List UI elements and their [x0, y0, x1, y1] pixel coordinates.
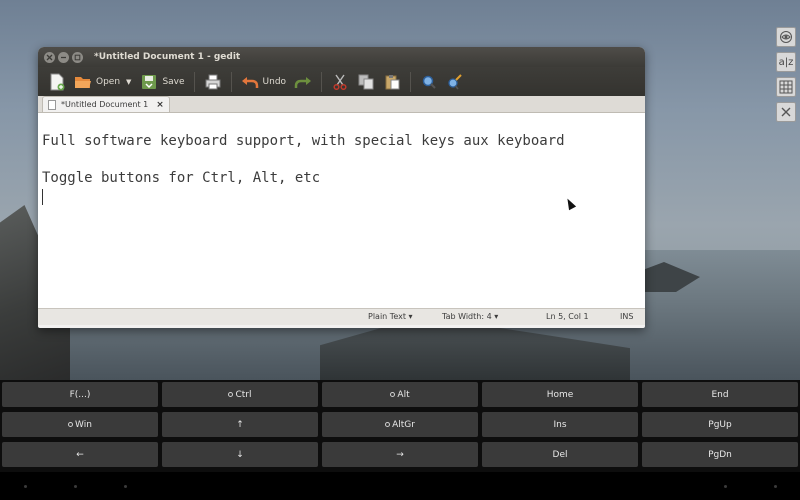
open-button[interactable]: Open [70, 70, 124, 94]
redo-button[interactable] [290, 70, 316, 94]
key-page-up[interactable]: PgUp [642, 412, 798, 437]
key-ctrl-toggle[interactable]: Ctrl [162, 382, 318, 407]
navigation-bar [0, 472, 800, 500]
window-minimize-button[interactable] [58, 51, 69, 63]
tab-untitled-document[interactable]: *Untitled Document 1 × [42, 96, 170, 112]
grid-icon[interactable] [776, 77, 796, 97]
paste-button[interactable] [379, 70, 405, 94]
insert-mode: INS [620, 312, 634, 321]
folder-open-icon [74, 73, 92, 91]
editor-line [42, 188, 645, 207]
toolbar: Open ▼ Save Undo [38, 67, 645, 96]
key-label: Ctrl [235, 389, 252, 400]
side-dock: a|z [776, 27, 798, 127]
key-arrow-left[interactable]: ← [2, 442, 158, 467]
document-tab-bar: *Untitled Document 1 × [38, 96, 645, 113]
nav-indicator-icon [774, 485, 777, 488]
new-document-icon [48, 73, 66, 91]
key-label: PgDn [708, 449, 732, 460]
print-icon [204, 73, 222, 91]
toolbar-separator [193, 71, 195, 92]
eye-icon[interactable] [776, 27, 796, 47]
key-label: F(...) [69, 389, 91, 400]
key-altgr-toggle[interactable]: AltGr [322, 412, 478, 437]
cut-button[interactable] [327, 70, 353, 94]
toggle-indicator [228, 392, 234, 397]
copy-icon [357, 73, 375, 91]
key-function[interactable]: F(...) [2, 382, 158, 407]
find-icon [420, 73, 438, 91]
toolbar-separator [410, 71, 412, 92]
nav-indicator-icon [724, 485, 727, 488]
keyboard-layout-icon[interactable]: a|z [776, 52, 796, 72]
toggle-indicator [390, 392, 396, 397]
key-label: Ins [553, 419, 567, 430]
nav-indicator-icon [124, 485, 127, 488]
toolbar-separator [321, 71, 323, 92]
gedit-window: *Untitled Document 1 - gedit Open ▼ Save [38, 47, 645, 328]
redo-icon [294, 73, 312, 91]
close-icon[interactable] [776, 102, 796, 122]
key-label: Del [552, 449, 568, 460]
cursor-position: Ln 5, Col 1 [546, 312, 589, 321]
aux-keyboard: F(...) Ctrl Alt Home End Win ↑ AltGr Ins… [0, 380, 800, 472]
undo-icon [241, 73, 259, 91]
window-title: *Untitled Document 1 - gedit [94, 52, 241, 62]
undo-button[interactable]: Undo [237, 70, 291, 94]
undo-label: Undo [262, 76, 287, 87]
status-bar: Plain Text ▾ Tab Width: 4 ▾ Ln 5, Col 1 … [38, 308, 645, 325]
copy-button[interactable] [353, 70, 379, 94]
key-insert[interactable]: Ins [482, 412, 638, 437]
nav-indicator-icon [74, 485, 77, 488]
toolbar-separator [230, 71, 232, 92]
key-arrow-down[interactable]: ↓ [162, 442, 318, 467]
window-maximize-button[interactable] [72, 51, 83, 63]
key-label: AltGr [392, 419, 415, 430]
save-label: Save [162, 76, 185, 87]
text-cursor [42, 188, 43, 205]
key-label: ↓ [236, 449, 244, 460]
tab-close-button[interactable]: × [156, 100, 164, 110]
find-button[interactable] [416, 70, 442, 94]
open-label: Open [96, 76, 121, 87]
tab-label: *Untitled Document 1 [61, 100, 149, 109]
key-end[interactable]: End [642, 382, 798, 407]
key-label: End [711, 389, 729, 400]
save-button[interactable]: Save [136, 70, 188, 94]
save-icon [140, 73, 158, 91]
key-arrow-right[interactable]: → [322, 442, 478, 467]
key-delete[interactable]: Del [482, 442, 638, 467]
open-recent-dropdown[interactable]: ▼ [124, 78, 136, 86]
cut-icon [331, 73, 349, 91]
key-arrow-up[interactable]: ↑ [162, 412, 318, 437]
language-selector[interactable]: Plain Text ▾ [368, 312, 413, 321]
nav-indicator-icon [24, 485, 27, 488]
key-win-toggle[interactable]: Win [2, 412, 158, 437]
key-label: Home [546, 389, 574, 400]
key-alt-toggle[interactable]: Alt [322, 382, 478, 407]
print-button[interactable] [200, 70, 226, 94]
editor-line: Toggle buttons for Ctrl, Alt, etc [42, 170, 321, 186]
key-label: Alt [397, 389, 410, 400]
window-close-button[interactable] [44, 51, 55, 63]
title-bar: *Untitled Document 1 - gedit [38, 47, 645, 67]
key-home[interactable]: Home [482, 382, 638, 407]
toggle-indicator [385, 422, 391, 427]
find-replace-icon [446, 73, 464, 91]
toggle-indicator [68, 422, 74, 427]
key-label: Win [75, 419, 92, 430]
find-replace-button[interactable] [442, 70, 468, 94]
editor-line: Full software keyboard support, with spe… [42, 133, 565, 149]
tab-width-selector[interactable]: Tab Width: 4 ▾ [442, 312, 498, 321]
key-label: PgUp [708, 419, 732, 430]
key-label: ↑ [236, 419, 244, 430]
new-button[interactable] [44, 70, 70, 94]
key-page-down[interactable]: PgDn [642, 442, 798, 467]
key-label: → [396, 449, 404, 460]
paste-icon [383, 73, 401, 91]
key-label: ← [76, 449, 84, 460]
document-icon [48, 99, 56, 110]
text-editor-area[interactable]: Full software keyboard support, with spe… [38, 113, 645, 308]
